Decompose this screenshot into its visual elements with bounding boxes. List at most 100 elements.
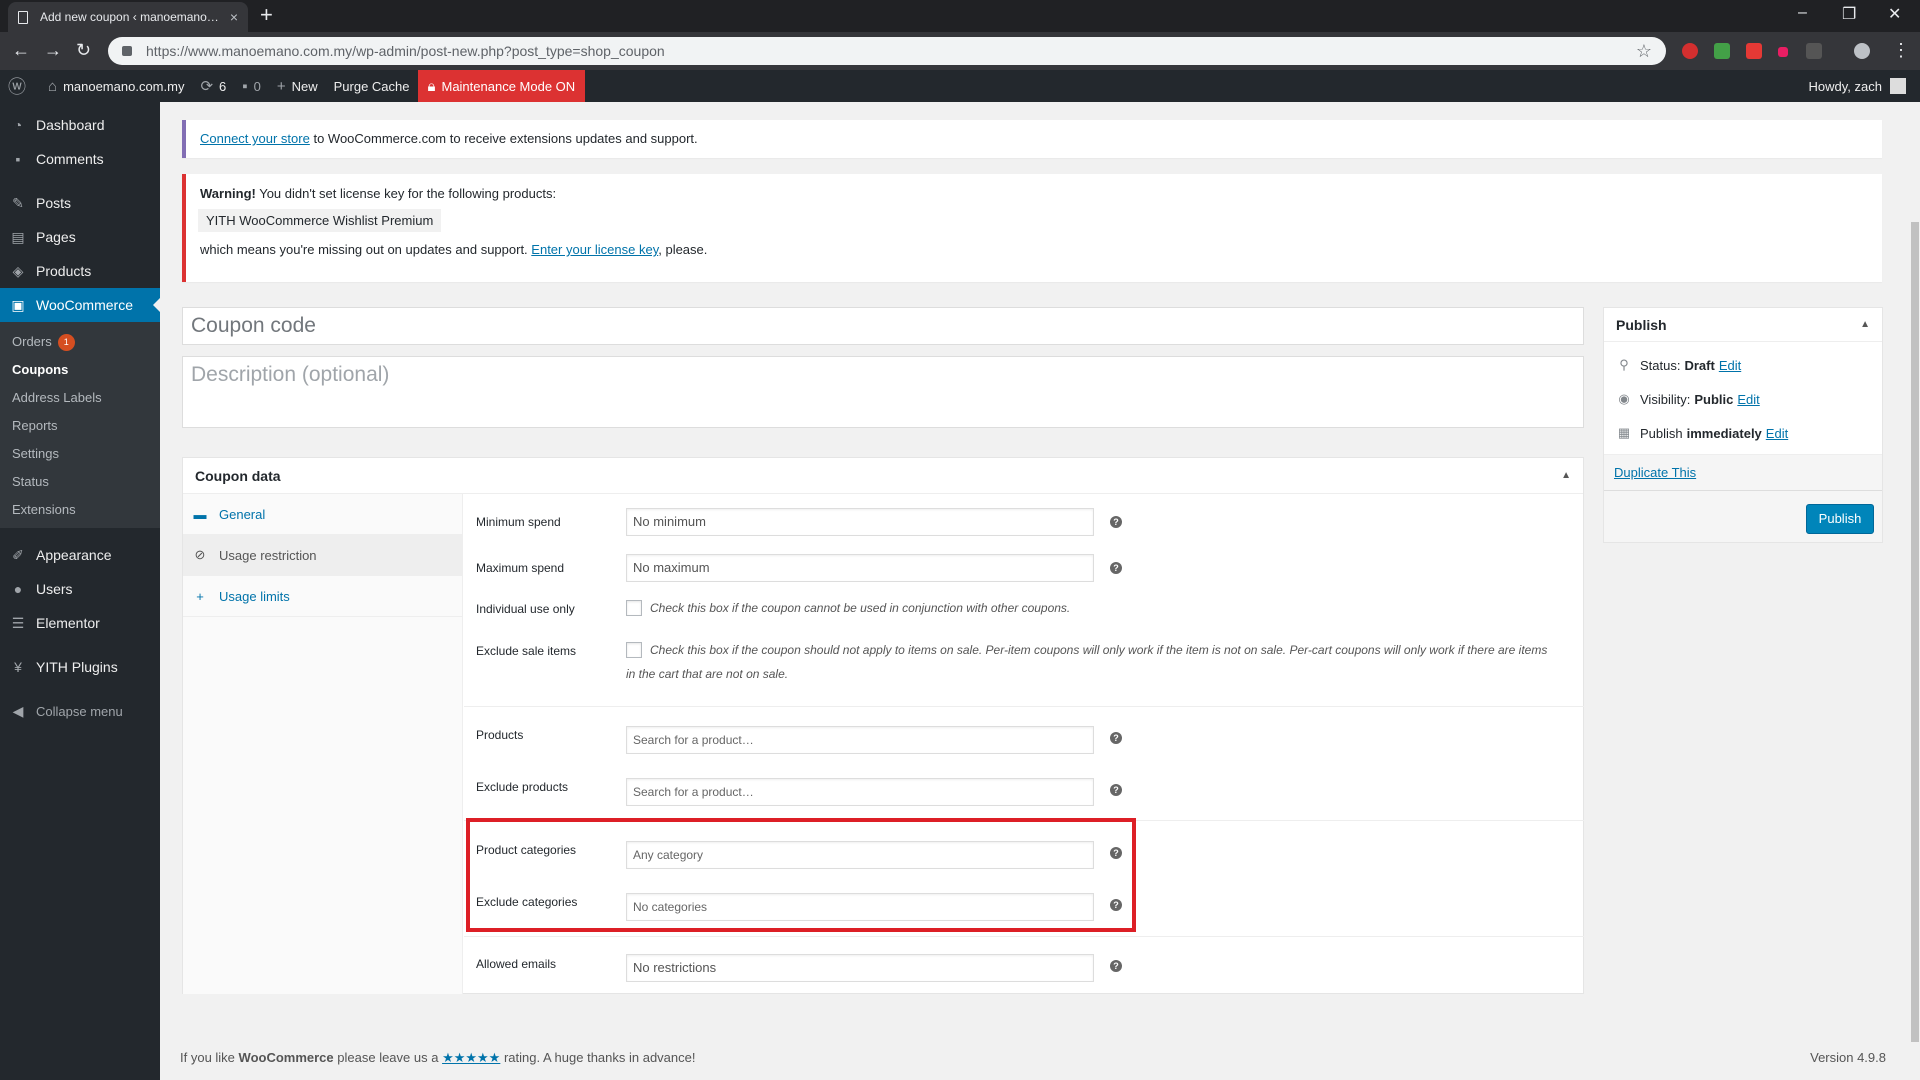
footer-post: rating. A huge thanks in advance! [500, 1050, 696, 1065]
help-icon[interactable]: ? [1110, 732, 1122, 744]
status-row: ⚲ Status: Draft Edit [1604, 348, 1882, 382]
submenu-reports[interactable]: Reports [0, 412, 160, 440]
sidebar-item-pages[interactable]: ▤ Pages [0, 220, 160, 254]
footer-text: If you like WooCommerce please leave us … [180, 1050, 695, 1066]
sidebar-item-users[interactable]: ● Users [0, 572, 160, 606]
sidebar-item-products[interactable]: ◈ Products [0, 254, 160, 288]
sidebar-item-label: Pages [36, 229, 76, 245]
coupon-data-header[interactable]: Coupon data ▲ [183, 458, 1583, 494]
box-icon: ◈ [12, 262, 24, 279]
tab-general[interactable]: ▬ General [183, 494, 462, 535]
page-scrollbar[interactable] [1910, 102, 1920, 1080]
field-label: Individual use only [476, 602, 575, 616]
updates-link[interactable]: ⟳ 6 [192, 70, 234, 102]
sidebar-item-label: Appearance [36, 547, 112, 563]
edit-status-link[interactable]: Edit [1719, 358, 1741, 373]
comments-link[interactable]: ▪ 0 [234, 70, 269, 102]
duplicate-row: Duplicate This [1604, 454, 1882, 490]
help-icon[interactable]: ? [1110, 516, 1122, 528]
yith-icon: ¥ [14, 659, 22, 675]
help-icon[interactable]: ? [1110, 960, 1122, 972]
address-bar[interactable]: https://www.manoemano.com.my/wp-admin/po… [108, 37, 1666, 65]
plus-icon: + [196, 588, 204, 604]
maintenance-mode-link[interactable]: 🔒︎ Maintenance Mode ON [417, 70, 586, 102]
tab-label: Usage limits [219, 588, 290, 604]
site-name-link[interactable]: ⌂ manoemano.com.my [40, 70, 192, 102]
tab-usage-limits[interactable]: + Usage limits [183, 576, 462, 617]
back-arrow-icon[interactable]: ← [12, 40, 30, 61]
license-key-link[interactable]: Enter your license key [531, 242, 658, 257]
submenu-address-labels[interactable]: Address Labels [0, 384, 160, 412]
please-text: , please. [658, 242, 708, 257]
edit-date-link[interactable]: Edit [1766, 426, 1788, 441]
user-icon: ● [13, 581, 23, 597]
comments-icon: ▪ [15, 151, 21, 167]
connect-store-link[interactable]: Connect your store [200, 131, 310, 146]
collapse-menu-button[interactable]: ◀ Collapse menu [0, 694, 160, 728]
extension-icon[interactable] [1682, 43, 1698, 59]
version-text: Version 4.9.8 [1810, 1050, 1886, 1065]
new-tab-button[interactable]: + [260, 4, 273, 26]
divider [464, 936, 1584, 937]
maximum-spend-input[interactable]: No maximum [626, 554, 1094, 582]
brush-icon: ✐ [12, 546, 24, 563]
allowed-emails-input[interactable]: No restrictions [626, 954, 1094, 982]
url-text: https://www.manoemano.com.my/wp-admin/po… [146, 43, 665, 59]
browser-tab[interactable]: Add new coupon ‹ manoemano… × [8, 2, 248, 32]
reload-icon[interactable]: ↻ [76, 40, 91, 61]
submenu-orders[interactable]: Orders 1 [0, 328, 160, 356]
sidebar-item-posts[interactable]: ✎ Posts [0, 186, 160, 220]
connect-store-notice: Connect your store to WooCommerce.com to… [182, 120, 1882, 158]
sidebar-item-comments[interactable]: ▪ Comments [0, 142, 160, 176]
extension-icon[interactable] [1714, 43, 1730, 59]
sidebar-item-elementor[interactable]: ☰ Elementor [0, 606, 160, 640]
extension-icon[interactable] [1778, 47, 1788, 57]
minimum-spend-input[interactable]: No minimum [626, 508, 1094, 536]
edit-visibility-link[interactable]: Edit [1737, 392, 1759, 407]
exclude-products-search-input[interactable]: Search for a product… [626, 778, 1094, 806]
sidebar-item-woocommerce[interactable]: ▣ WooCommerce [0, 288, 160, 322]
tab-usage-restriction[interactable]: ⊘ Usage restriction [183, 535, 462, 576]
comment-bubble-icon: ▪ [242, 77, 248, 95]
sidebar-item-appearance[interactable]: ✐ Appearance [0, 538, 160, 572]
submenu-settings[interactable]: Settings [0, 440, 160, 468]
sidebar-item-label: Elementor [36, 615, 100, 631]
purge-cache-link[interactable]: Purge Cache [326, 70, 418, 102]
publish-button[interactable]: Publish [1806, 504, 1874, 534]
submenu-label: Status [12, 474, 49, 489]
help-icon[interactable]: ? [1110, 562, 1122, 574]
submenu-extensions[interactable]: Extensions [0, 496, 160, 524]
collapse-arrow-icon[interactable]: ▲ [1860, 319, 1870, 330]
close-window-button[interactable]: ✕ [1888, 4, 1901, 24]
description-textarea[interactable]: Description (optional) [182, 356, 1584, 428]
tab-close-icon[interactable]: × [230, 9, 238, 25]
products-search-input[interactable]: Search for a product… [626, 726, 1094, 754]
extension-icon[interactable] [1746, 43, 1762, 59]
duplicate-link[interactable]: Duplicate This [1614, 465, 1696, 480]
bookmark-star-icon[interactable]: ☆ [1636, 41, 1652, 62]
minimize-button[interactable]: – [1798, 4, 1807, 22]
forward-arrow-icon[interactable]: → [44, 40, 62, 61]
help-icon[interactable]: ? [1110, 784, 1122, 796]
submenu-status[interactable]: Status [0, 468, 160, 496]
sidebar-item-yith-plugins[interactable]: ¥ YITH Plugins [0, 650, 160, 684]
scrollbar-thumb[interactable] [1911, 222, 1919, 1042]
wp-logo-icon[interactable]: ⓦ [0, 70, 40, 102]
sidebar-item-dashboard[interactable]: ◔ Dashboard [0, 108, 160, 142]
extension-icon[interactable] [1806, 43, 1822, 59]
coupon-code-input[interactable]: Coupon code [182, 307, 1584, 345]
submenu-label: Coupons [12, 362, 69, 377]
visibility-label: Visibility: [1640, 391, 1691, 407]
new-content-link[interactable]: + New [269, 70, 326, 102]
submenu-coupons[interactable]: Coupons [0, 356, 160, 384]
restore-button[interactable]: ❐ [1842, 4, 1856, 24]
menu-dots-icon[interactable]: ⋮ [1892, 40, 1910, 61]
field-label: Allowed emails [476, 957, 557, 971]
profile-icon[interactable] [1854, 43, 1870, 59]
collapse-arrow-icon[interactable]: ▲ [1561, 470, 1571, 481]
missing-text: which means you're missing out on update… [200, 242, 532, 257]
publish-header[interactable]: Publish ▲ [1604, 308, 1882, 342]
publish-box: Publish ▲ ⚲ Status: Draft Edit ◉ Visibil… [1603, 307, 1883, 543]
my-account-link[interactable]: Howdy, zach [1809, 78, 1920, 94]
rating-stars-link[interactable]: ★★★★★ [442, 1050, 500, 1065]
